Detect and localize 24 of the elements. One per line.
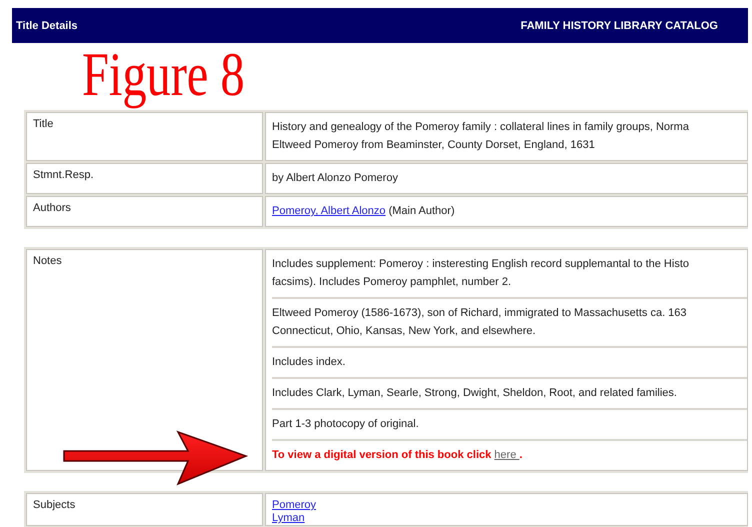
link[interactable]: here xyxy=(494,449,520,461)
figure-label: Figure 8 xyxy=(82,44,245,106)
cell-text: Includes index. xyxy=(272,355,346,370)
cell-text: Part 1-3 photocopy of original. xyxy=(272,417,419,432)
cell-text: To view a digital version of this book click here . xyxy=(272,448,522,463)
cell-text: facsims). Includes Pomeroy pamphlet, number 2. xyxy=(272,275,512,290)
cell-text: History and genealogy of the Pomeroy family : collateral lines in family groups, Norma xyxy=(272,120,689,135)
cell-text: Includes Clark, Lyman, Searle, Strong, Dwight, Sheldon, Root, and related families. xyxy=(272,386,677,401)
link[interactable]: Pomeroy, Albert Alonzo xyxy=(272,205,386,217)
catalog-title: FAMILY HISTORY LIBRARY CATALOG xyxy=(520,20,718,32)
cell-text: Eltweed Pomeroy from Beaminster, County Dorset, England, 1631 xyxy=(272,138,595,153)
label-cell: Authors xyxy=(26,196,263,227)
label-cell: Title xyxy=(26,112,263,161)
label-cell: Subjects xyxy=(26,493,263,526)
link[interactable]: Pomeroy xyxy=(272,499,316,511)
cell-text: Includes supplement: Pomeroy : insteresting English record supplemantal to the Histo xyxy=(272,257,689,272)
cell-text: by Albert Alonzo Pomeroy xyxy=(272,171,398,186)
cell-text: Connecticut, Ohio, Kansas, New York, and elsewhere. xyxy=(272,324,536,339)
cell-text: Eltweed Pomeroy (1586-1673), son of Richard, immigrated to Massachusetts ca. 163 xyxy=(272,306,687,321)
cell-text: Pomeroy, Albert Alonzo (Main Author) xyxy=(272,204,455,219)
label-cell: Stmnt.Resp. xyxy=(26,163,263,194)
label-cell: Notes xyxy=(26,249,263,471)
page-title: Title Details xyxy=(16,20,78,32)
link[interactable]: Lyman xyxy=(272,512,305,524)
